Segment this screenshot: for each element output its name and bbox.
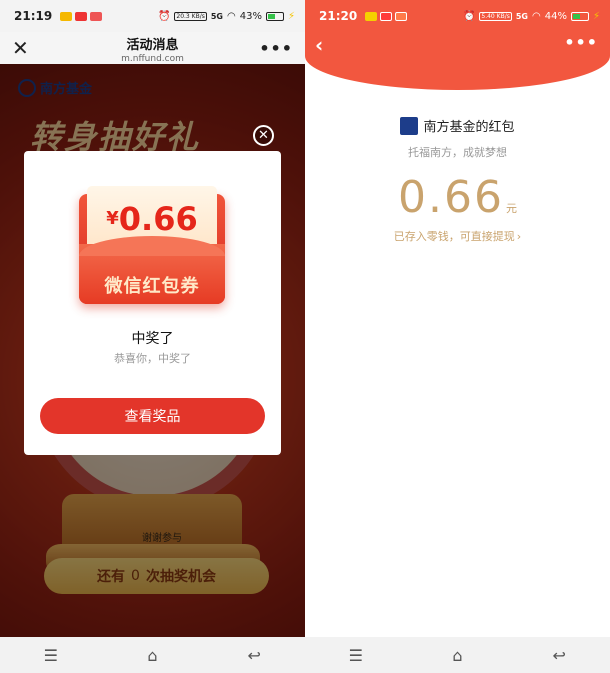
status-bar: 21:20 ⏰ 5.40 KB/s 5G ◠ 44% ⚡ xyxy=(305,0,610,32)
stored-text: 已存入零钱，可直接提现 xyxy=(393,230,515,243)
status-bar: 21:19 ⏰ 20.3 KB/s 5G ◠ 43% ⚡ xyxy=(0,0,305,32)
app-notification-icon xyxy=(75,11,88,21)
app-notification-icon xyxy=(365,11,378,21)
home-icon[interactable]: ⌂ xyxy=(437,646,477,665)
stored-to-wallet-link[interactable]: 已存入零钱，可直接提现 › xyxy=(305,228,610,244)
battery-percent: 44% xyxy=(544,10,567,22)
network-type: 5G xyxy=(210,11,223,21)
notification-icons xyxy=(60,11,103,21)
amount-value: 0.66 xyxy=(398,172,504,223)
notification-icons xyxy=(365,11,408,21)
app-notification-icon xyxy=(60,11,73,21)
received-amount: 0.66 元 xyxy=(305,172,610,223)
app-notification-icon xyxy=(380,11,393,21)
more-options-icon[interactable]: ••• xyxy=(564,33,598,52)
status-time: 21:19 xyxy=(14,9,53,23)
app-notification-icon xyxy=(90,11,103,21)
system-nav-bar: ☰ ⌂ ↩ xyxy=(305,637,610,673)
modal-subtitle: 恭喜你，中奖了 xyxy=(114,352,191,365)
red-packet-wish: 托福南方，成就梦想 xyxy=(408,146,507,159)
chevron-right-icon: › xyxy=(516,230,522,243)
status-time: 21:20 xyxy=(319,9,358,23)
alarm-icon: ⏰ xyxy=(462,10,476,22)
app-notification-icon xyxy=(395,11,408,21)
currency-symbol: ¥ xyxy=(106,208,119,229)
wifi-icon: ◠ xyxy=(227,10,236,22)
sender-name: 南方基金的红包 xyxy=(423,120,515,135)
back-icon[interactable]: ↩ xyxy=(234,646,274,665)
more-options-icon[interactable]: ••• xyxy=(259,39,293,58)
back-icon[interactable]: ↩ xyxy=(539,646,579,665)
battery-percent: 43% xyxy=(239,10,262,22)
network-type: 5G xyxy=(515,11,528,21)
amount-unit: 元 xyxy=(505,202,517,215)
battery-icon xyxy=(570,11,589,21)
red-envelope-image: ¥0.66 微信红包券 xyxy=(79,184,225,304)
back-icon[interactable]: ‹ xyxy=(315,33,323,57)
sender-avatar xyxy=(400,116,419,135)
alarm-icon: ⏰ xyxy=(157,10,171,22)
charging-icon: ⚡ xyxy=(287,10,295,22)
battery-icon xyxy=(265,11,284,21)
envelope-label: 微信红包券 xyxy=(104,276,200,297)
home-icon[interactable]: ⌂ xyxy=(132,646,172,665)
envelope-amount: ¥0.66 xyxy=(79,200,225,238)
modal-close-button[interactable]: ✕ xyxy=(253,125,274,146)
view-prize-button[interactable]: 查看奖品 xyxy=(40,398,265,434)
wifi-icon: ◠ xyxy=(532,10,541,22)
sender-row: 南方基金的红包 xyxy=(305,116,610,135)
network-speed: 5.40 KB/s xyxy=(479,11,512,21)
envelope-amount-value: 0.66 xyxy=(118,200,198,238)
menu-icon[interactable]: ☰ xyxy=(336,646,376,665)
left-phone-screen: 21:19 ⏰ 20.3 KB/s 5G ◠ 43% ⚡ ✕ 活动消息 m.nf… xyxy=(0,0,305,673)
prize-modal: ¥0.66 微信红包券 中奖了 恭喜你，中奖了 查看奖品 xyxy=(24,151,281,455)
network-speed: 20.3 KB/s xyxy=(174,11,207,21)
close-page-icon[interactable]: ✕ xyxy=(12,38,32,58)
system-nav-bar: ☰ ⌂ ↩ xyxy=(0,637,305,673)
red-packet-header: 21:20 ⏰ 5.40 KB/s 5G ◠ 44% ⚡ ‹ ••• xyxy=(305,0,610,90)
right-phone-screen: 21:20 ⏰ 5.40 KB/s 5G ◠ 44% ⚡ ‹ ••• 南方基金的… xyxy=(305,0,610,673)
charging-icon: ⚡ xyxy=(592,10,600,22)
menu-icon[interactable]: ☰ xyxy=(31,646,71,665)
browser-nav-bar: ✕ 活动消息 m.nffund.com ••• xyxy=(0,32,305,64)
modal-title: 中奖了 xyxy=(131,331,174,347)
